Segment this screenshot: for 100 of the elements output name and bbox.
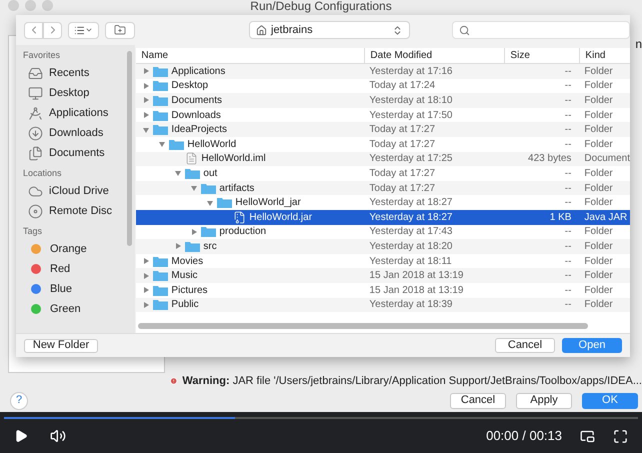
- size-cell-text: --: [564, 269, 572, 284]
- scrollbar[interactable]: [127, 51, 132, 246]
- file-name: production: [219, 225, 266, 240]
- search-field[interactable]: [452, 21, 630, 39]
- file-row[interactable]: Desktop Today at 17:24 -- Folder: [136, 78, 630, 94]
- date-cell-text: Yesterday at 18:20: [368, 240, 454, 254]
- disclosure-triangle[interactable]: [142, 272, 149, 279]
- date-cell-text: 15 Jan 2018 at 13:19: [368, 284, 464, 298]
- sidebar-item[interactable]: Applications: [16, 103, 136, 123]
- size-cell-text: --: [564, 123, 572, 138]
- picture-in-picture-icon[interactable]: [580, 428, 595, 444]
- date-cell-text: 15 Jan 2018 at 13:19: [368, 269, 464, 284]
- file-name: Applications: [171, 64, 226, 79]
- disclosure-triangle[interactable]: [142, 68, 149, 74]
- sidebar-item[interactable]: Remote Disc: [16, 201, 136, 221]
- size-cell-text: --: [564, 166, 572, 181]
- size-cell-text: --: [564, 254, 572, 269]
- size-cell-text: 423 bytes: [527, 152, 572, 166]
- location-popup[interactable]: jetbrains: [249, 21, 410, 39]
- disclosure-triangle[interactable]: [142, 302, 149, 308]
- kind-cell-text: Folder: [583, 196, 614, 210]
- kind-cell-text: Folder: [583, 182, 614, 196]
- disclosure-triangle[interactable]: [174, 170, 181, 176]
- help-button[interactable]: ?: [10, 392, 28, 410]
- sidebar-item[interactable]: Documents: [16, 143, 136, 163]
- disclosure-triangle[interactable]: [142, 126, 149, 133]
- file-name: Pictures: [171, 284, 208, 298]
- file-row[interactable]: HelloWorld.jar Yesterday at 18:27 1 KB Java JAR: [136, 210, 630, 225]
- sidebar-item[interactable]: Recents: [16, 63, 136, 83]
- volume-icon[interactable]: [50, 428, 66, 444]
- sidebar-item[interactable]: Red: [16, 259, 136, 279]
- file-row[interactable]: Documents Yesterday at 18:10 -- Folder: [136, 93, 630, 108]
- cut-label: n: [635, 36, 642, 54]
- kind-cell-text: Folder: [583, 166, 614, 181]
- disclosure-triangle[interactable]: [190, 228, 197, 235]
- file-row[interactable]: artifacts Today at 17:27 -- Folder: [136, 180, 630, 196]
- apply-button[interactable]: Apply: [516, 392, 572, 409]
- back-button[interactable]: [24, 22, 43, 38]
- column-header[interactable]: Name: [136, 48, 364, 63]
- column-header[interactable]: Date Modified: [364, 48, 504, 63]
- date-cell-text: Today at 17:27: [368, 166, 436, 181]
- disclosure-triangle[interactable]: [142, 112, 149, 118]
- file-row[interactable]: src Yesterday at 18:20 -- Folder: [136, 239, 630, 254]
- disclosure-triangle[interactable]: [142, 258, 149, 264]
- sidebar-heading: Favorites: [22, 49, 62, 62]
- sidebar-item[interactable]: Blue: [16, 279, 136, 299]
- cancel-button[interactable]: Cancel: [495, 338, 555, 353]
- sidebar-item[interactable]: Downloads: [16, 123, 136, 143]
- date-cell-text: Today at 17:27: [368, 123, 436, 138]
- disclosure-triangle[interactable]: [158, 141, 165, 148]
- scrollbar[interactable]: [138, 323, 588, 329]
- monitor-icon: [28, 86, 43, 100]
- kind-cell-text: Folder: [583, 254, 614, 269]
- size-cell-text: --: [564, 225, 572, 240]
- file-row[interactable]: Applications Yesterday at 17:16 -- Folder: [136, 64, 630, 79]
- disclosure-triangle[interactable]: [142, 287, 149, 294]
- file-name: IdeaProjects: [171, 123, 228, 138]
- cancel-button[interactable]: Cancel: [450, 392, 506, 409]
- sidebar-item[interactable]: Green: [16, 299, 136, 319]
- sidebar-heading: Tags: [22, 225, 44, 238]
- sidebar-item[interactable]: Desktop: [16, 83, 136, 103]
- file-row[interactable]: HelloWorld.iml Yesterday at 17:25 423 bytes Document: [136, 152, 630, 166]
- play-icon[interactable]: [14, 429, 28, 443]
- file-row[interactable]: Music 15 Jan 2018 at 13:19 -- Folder: [136, 268, 630, 283]
- size-cell-text: --: [564, 240, 572, 254]
- forward-button[interactable]: [43, 22, 62, 38]
- disclosure-triangle[interactable]: [174, 243, 181, 250]
- file-row[interactable]: production Yesterday at 17:43 -- Folder: [136, 224, 630, 240]
- date-cell-text: Yesterday at 18:27: [368, 210, 454, 225]
- new-folder-button[interactable]: [105, 22, 135, 38]
- new-folder-button[interactable]: New Folder: [24, 338, 98, 352]
- document-icon: [185, 152, 198, 166]
- disclosure-triangle[interactable]: [206, 200, 213, 206]
- view-button[interactable]: [68, 22, 99, 38]
- disclosure-triangle[interactable]: [190, 185, 197, 192]
- file-row[interactable]: Downloads Yesterday at 17:50 -- Folder: [136, 108, 630, 122]
- date-cell-text: Yesterday at 18:10: [368, 94, 454, 108]
- kind-cell-text: Folder: [583, 269, 614, 284]
- file-name: HelloWorld.jar: [249, 210, 312, 225]
- disclosure-triangle[interactable]: [142, 97, 149, 104]
- file-row[interactable]: IdeaProjects Today at 17:27 -- Folder: [136, 122, 630, 137]
- sidebar-item[interactable]: iCloud Drive: [16, 181, 136, 201]
- file-name: Movies: [171, 254, 204, 269]
- disclosure-triangle[interactable]: [142, 82, 149, 89]
- sidebar-item[interactable]: Orange: [16, 239, 136, 259]
- compass-icon: [28, 106, 43, 120]
- file-row[interactable]: Movies Yesterday at 18:11 -- Folder: [136, 254, 630, 268]
- file-row[interactable]: Public Yesterday at 18:39 -- Folder: [136, 298, 630, 312]
- size-cell-text: --: [564, 64, 572, 79]
- archive-icon: [233, 210, 246, 224]
- size-cell-text: --: [564, 79, 572, 94]
- date-cell-text: Yesterday at 18:27: [368, 196, 454, 210]
- column-header[interactable]: Size: [504, 48, 580, 63]
- date-cell-text: Yesterday at 17:43: [368, 225, 454, 240]
- up-down-caret-icon: [392, 24, 403, 36]
- column-header[interactable]: Kind: [579, 48, 630, 63]
- list-icon: [74, 24, 85, 36]
- caret-icon: [85, 26, 93, 34]
- fullscreen-icon[interactable]: [613, 428, 628, 444]
- folder-plus-icon: [114, 24, 126, 36]
